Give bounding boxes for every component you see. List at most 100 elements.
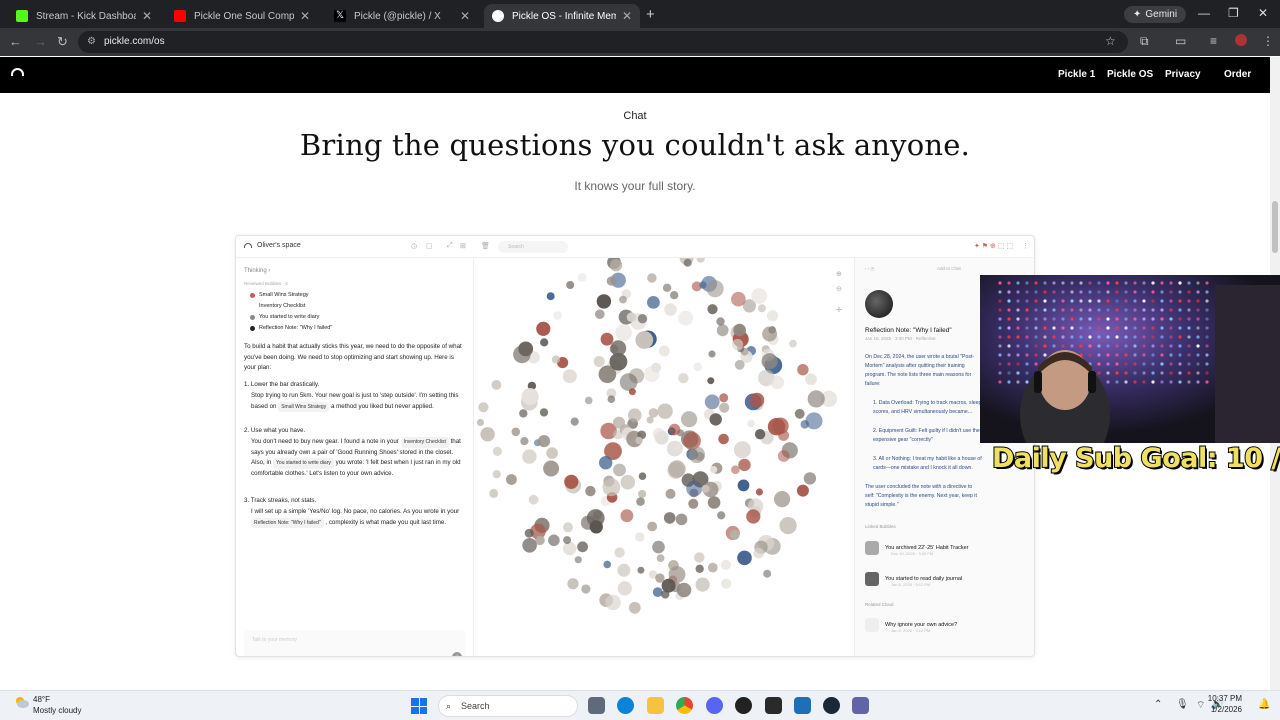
memory-bubble <box>635 436 643 445</box>
led-light <box>1070 344 1074 348</box>
chevron-up-icon[interactable]: ⌃ <box>1154 699 1162 710</box>
address-bar[interactable]: ⚙ pickle.com/os <box>78 31 1128 53</box>
pickle-logo-icon[interactable] <box>11 68 24 76</box>
led-light <box>1187 326 1191 330</box>
site-info-icon[interactable]: ⚙ <box>87 31 96 53</box>
memory-bubble <box>519 409 528 418</box>
led-light <box>1061 308 1065 312</box>
led-light <box>1196 335 1200 339</box>
sparkle-icon: ✦ <box>1133 9 1142 20</box>
close-tab-icon[interactable]: ✕ <box>300 9 310 23</box>
tab-pickle-youtube[interactable]: Pickle One Soul Computer Glas ✕ <box>166 4 318 28</box>
close-window-icon[interactable]: ✕ <box>1258 6 1268 20</box>
led-light <box>1007 380 1011 384</box>
scroll-thumb[interactable] <box>1272 201 1278 253</box>
led-light <box>1187 281 1191 285</box>
memory-bubble <box>628 601 641 614</box>
memory-bubble <box>596 294 612 309</box>
pickle-logo-icon <box>244 243 252 248</box>
steam-icon[interactable] <box>823 697 840 714</box>
weather-cloudy-icon[interactable] <box>14 695 30 709</box>
folder-icon[interactable] <box>647 697 664 714</box>
maximize-icon[interactable]: ❐ <box>1228 6 1239 20</box>
bubble-icon <box>250 314 255 320</box>
weather-description[interactable]: Mostly cloudy <box>33 706 81 715</box>
led-light <box>1151 308 1155 312</box>
nav-link-pickle-1[interactable]: Pickle 1 <box>1058 69 1095 80</box>
tab-kick-dashboard[interactable]: Stream - Kick Dashboard ✕ <box>8 4 160 28</box>
taskbar-search[interactable]: ⌕ Search <box>438 695 578 717</box>
step-body: Stop trying to run 5km. Your new goal is… <box>251 391 464 412</box>
clock-date[interactable]: 1/2/2026 <box>1206 705 1242 714</box>
teams-icon[interactable] <box>852 697 869 714</box>
minimize-icon[interactable]: — <box>1198 6 1210 20</box>
discord-icon[interactable] <box>706 697 723 714</box>
forward-icon[interactable]: → <box>34 34 47 49</box>
led-light <box>1205 326 1209 330</box>
tab-pickle-x[interactable]: 𝕏 Pickle (@pickle) / X ✕ <box>326 4 478 28</box>
led-light <box>1169 317 1173 321</box>
bookmark-star-icon[interactable]: ☆ <box>1105 34 1116 48</box>
close-tab-icon[interactable]: ✕ <box>460 9 470 23</box>
back-icon[interactable]: ← <box>9 34 22 49</box>
led-light <box>1196 308 1200 312</box>
nav-link-privacy[interactable]: Privacy <box>1165 69 1201 80</box>
edge-icon[interactable] <box>617 697 634 714</box>
menu-kebab-icon[interactable]: ⋮ <box>1262 34 1274 48</box>
memory-bubble <box>747 419 755 428</box>
mockup-toolbar: Oliver's space ◷ ▢ ⤢ ⊞ 🗑 Search ✦ ⚑ ⊕ ⬚ … <box>236 236 1034 258</box>
close-tab-icon[interactable]: ✕ <box>142 9 152 23</box>
memory-bubble <box>617 563 631 577</box>
section-headline: Bring the questions you couldn't ask any… <box>299 128 971 162</box>
memory-bubble-canvas: ⊕ ⊖ ✛ <box>474 251 854 656</box>
led-light <box>1079 344 1083 348</box>
led-light <box>1025 335 1029 339</box>
led-light <box>1025 380 1029 384</box>
reload-icon[interactable]: ↻ <box>57 34 68 50</box>
extensions-icon[interactable]: ⧉ <box>1140 34 1149 49</box>
memory-bubble <box>733 441 751 459</box>
plus-icon[interactable]: + <box>646 6 655 23</box>
led-light <box>1196 362 1200 366</box>
obs-icon[interactable] <box>735 697 752 714</box>
led-light <box>1088 290 1092 294</box>
nav-link-order[interactable]: Order <box>1224 69 1251 80</box>
nav-link-pickle-os[interactable]: Pickle OS <box>1107 69 1153 80</box>
chrome-icon[interactable] <box>676 697 693 714</box>
weather-temp[interactable]: 48°F <box>33 695 50 704</box>
microphone-icon[interactable]: 🎙 <box>1176 699 1189 710</box>
note-title: Reflection Note: "Why I failed" <box>865 327 952 334</box>
led-light <box>1160 281 1164 285</box>
memory-bubble <box>731 465 740 474</box>
epic-games-icon[interactable] <box>765 697 782 714</box>
tab-pickle-os[interactable]: Pickle OS - Infinite Memory for ✕ <box>484 4 640 28</box>
section-eyebrow: Chat <box>623 110 647 122</box>
wifi-icon[interactable]: ⌔ <box>1196 699 1205 712</box>
media-icon[interactable]: ≡ <box>1210 34 1217 48</box>
memory-bubble <box>652 427 665 440</box>
led-light <box>1160 317 1164 321</box>
clock-time[interactable]: 10:37 PM <box>1206 694 1242 703</box>
sub-goal-overlay: Daily Sub Goal: 10 / 20 <box>991 442 1280 475</box>
led-light <box>1133 281 1137 285</box>
task-view-icon[interactable] <box>588 697 605 714</box>
close-tab-icon[interactable]: ✕ <box>622 9 632 23</box>
tab-label: Pickle One Soul Computer Glas <box>194 10 294 22</box>
led-light <box>1160 335 1164 339</box>
memory-bubble <box>779 517 797 535</box>
profile-avatar-icon[interactable] <box>1235 34 1247 46</box>
note-thumbnail <box>865 290 893 318</box>
memory-bubble <box>803 472 817 485</box>
memory-bubble <box>695 564 704 573</box>
led-light <box>998 299 1002 303</box>
windows-start-icon[interactable] <box>411 698 427 714</box>
reviewed-item: Inventory Checklist <box>250 303 305 309</box>
led-light <box>998 281 1002 285</box>
vscode-icon[interactable] <box>794 697 811 714</box>
led-light <box>1205 344 1209 348</box>
led-light <box>1205 380 1209 384</box>
led-light <box>1097 317 1101 321</box>
notifications-icon[interactable]: 🔔 <box>1258 699 1270 710</box>
cast-icon[interactable]: ▭ <box>1175 34 1186 48</box>
gemini-button[interactable]: ✦ Gemini <box>1124 6 1187 23</box>
